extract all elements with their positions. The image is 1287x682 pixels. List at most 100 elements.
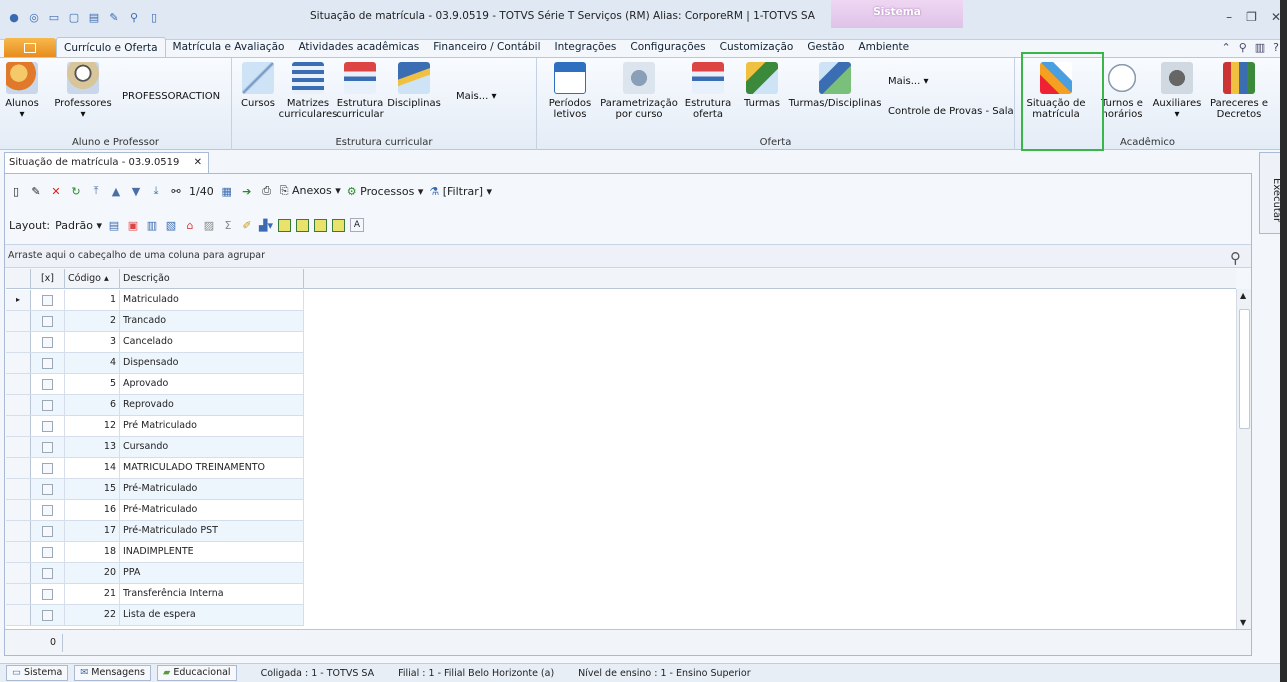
tab-ambiente[interactable]: Ambiente: [851, 37, 916, 58]
tab-customizacao[interactable]: Customização: [713, 37, 801, 58]
pareceres-decretos-button[interactable]: Pareceres e Decretos: [1207, 62, 1271, 120]
minimize-icon[interactable]: –: [1226, 10, 1232, 24]
restore-icon[interactable]: ❐: [1246, 10, 1257, 24]
close-tab-icon[interactable]: ✕: [194, 153, 202, 173]
auxiliares-button[interactable]: Auxiliares ▾: [1151, 62, 1203, 120]
layout-delete-icon[interactable]: ▣: [126, 218, 140, 232]
padrao-dropdown[interactable]: Padrão ▾: [55, 219, 102, 232]
search-binoculars-icon[interactable]: ⚯: [169, 184, 183, 198]
collapse-ribbon-icon[interactable]: ⌃: [1221, 41, 1230, 54]
grid-view-icon[interactable]: ▦: [220, 184, 234, 198]
search-icon[interactable]: ⚲: [1230, 247, 1241, 269]
professoraction-button[interactable]: PROFESSORACTION: [122, 91, 220, 102]
row-checkbox[interactable]: [42, 525, 53, 537]
mais-curricular-button[interactable]: Mais... ▾: [456, 91, 496, 102]
row-checkbox[interactable]: [42, 294, 53, 306]
table-row[interactable]: 14 MATRICULADO TREINAMENTO: [6, 458, 304, 479]
refresh-icon[interactable]: ↻: [69, 184, 83, 198]
new-window-icon[interactable]: ▭: [46, 9, 62, 25]
system-context-tab[interactable]: Sistema: [831, 0, 963, 28]
scroll-down-icon[interactable]: ▼: [1240, 618, 1246, 627]
chart-type-icon[interactable]: ▟▾: [259, 218, 273, 232]
scroll-up-icon[interactable]: ▲: [1240, 291, 1246, 300]
table-row[interactable]: 2 Trancado: [6, 311, 304, 332]
previous-record-icon[interactable]: ▲: [109, 184, 123, 198]
group-by-area[interactable]: Arraste aqui o cabeçalho de uma coluna p…: [5, 244, 1251, 268]
next-record-icon[interactable]: ▼: [129, 184, 143, 198]
row-checkbox[interactable]: [42, 567, 53, 579]
file-menu-button[interactable]: [4, 38, 56, 58]
row-checkbox[interactable]: [42, 441, 53, 453]
mais-oferta-button[interactable]: Mais... ▾: [888, 76, 928, 87]
row-checkbox[interactable]: [42, 399, 53, 411]
layout-note-icon[interactable]: ✐: [240, 218, 254, 232]
tab-atividades[interactable]: Atividades acadêmicas: [291, 37, 426, 58]
anexos-button[interactable]: ⎘ Anexos ▾: [280, 184, 341, 198]
text-format-icon[interactable]: A: [350, 218, 364, 232]
turnos-horarios-button[interactable]: Turnos e horários: [1099, 62, 1145, 120]
row-checkbox[interactable]: [42, 378, 53, 390]
row-checkbox[interactable]: [42, 462, 53, 474]
row-checkbox[interactable]: [42, 336, 53, 348]
table-row[interactable]: 16 Pré-Matriculado: [6, 500, 304, 521]
filtrar-button[interactable]: ⚗ [Filtrar] ▾: [429, 185, 492, 198]
sistema-button[interactable]: ▭ Sistema: [6, 665, 69, 681]
mensagens-button[interactable]: ✉ Mensagens: [74, 665, 151, 681]
parametrizacao-button[interactable]: Parametrização por curso: [600, 62, 678, 120]
edit-record-icon[interactable]: ✎: [29, 184, 43, 198]
table-row[interactable]: 13 Cursando: [6, 437, 304, 458]
view-option-2-icon[interactable]: [296, 218, 309, 232]
tab-integracoes[interactable]: Integrações: [548, 37, 624, 58]
table-row[interactable]: 18 INADIMPLENTE: [6, 542, 304, 563]
search-people-icon[interactable]: ⚲: [126, 9, 142, 25]
view-option-3-icon[interactable]: [314, 218, 327, 232]
new-record-icon[interactable]: ▯: [9, 184, 23, 198]
document-icon[interactable]: ▯: [146, 9, 162, 25]
globe-icon[interactable]: ◎: [26, 9, 42, 25]
table-row[interactable]: 6 Reprovado: [6, 395, 304, 416]
layout-save-icon[interactable]: ▤: [107, 218, 121, 232]
app-logo-icon[interactable]: ●: [6, 9, 22, 25]
row-checkbox[interactable]: [42, 588, 53, 600]
row-checkbox[interactable]: [42, 609, 53, 621]
window-layout-icon[interactable]: ▢: [66, 9, 82, 25]
header-codigo[interactable]: Código ▴: [65, 269, 120, 289]
chart-icon[interactable]: ▤: [86, 9, 102, 25]
vertical-scrollbar[interactable]: ▲ ▼: [1236, 289, 1251, 629]
table-row[interactable]: 17 Pré-Matriculado PST: [6, 521, 304, 542]
tab-configuracoes[interactable]: Configurações: [623, 37, 712, 58]
tab-curriculo-oferta[interactable]: Currículo e Oferta: [56, 37, 166, 58]
turmas-button[interactable]: Turmas: [739, 62, 785, 109]
header-select[interactable]: [x]: [31, 269, 65, 289]
header-descricao[interactable]: Descrição: [120, 269, 304, 289]
table-row[interactable]: 12 Pré Matriculado: [6, 416, 304, 437]
first-record-icon[interactable]: ⤒: [89, 184, 103, 198]
layout-home-icon[interactable]: ⌂: [183, 218, 197, 232]
table-row[interactable]: 4 Dispensado: [6, 353, 304, 374]
layout-columns-icon[interactable]: ▥: [145, 218, 159, 232]
cursos-button[interactable]: Cursos: [238, 62, 278, 109]
last-record-icon[interactable]: ⤓: [149, 184, 163, 198]
row-checkbox[interactable]: [42, 420, 53, 432]
table-row[interactable]: 20 PPA: [6, 563, 304, 584]
view-option-4-icon[interactable]: [332, 218, 345, 232]
matrizes-button[interactable]: Matrizes curriculares: [279, 62, 337, 120]
tools-icon[interactable]: ✎: [106, 9, 122, 25]
layout-icon[interactable]: ▥: [1255, 41, 1265, 54]
disciplinas-button[interactable]: Disciplinas: [387, 62, 441, 109]
table-row[interactable]: 3 Cancelado: [6, 332, 304, 353]
document-tab[interactable]: Situação de matrícula - 03.9.0519 ✕: [4, 152, 209, 174]
estrutura-oferta-button[interactable]: Estrutura oferta: [683, 62, 733, 120]
table-row[interactable]: 5 Aprovado: [6, 374, 304, 395]
print-icon[interactable]: ⎙: [260, 184, 274, 198]
table-row[interactable]: 15 Pré-Matriculado: [6, 479, 304, 500]
educacional-button[interactable]: ▰ Educacional: [156, 665, 237, 681]
turmas-disciplinas-button[interactable]: Turmas/Disciplinas: [789, 62, 881, 109]
tab-financeiro[interactable]: Financeiro / Contábil: [426, 37, 547, 58]
row-checkbox[interactable]: [42, 504, 53, 516]
periodos-button[interactable]: Períodos letivos: [547, 62, 593, 120]
processos-button[interactable]: ⚙ Processos ▾: [347, 185, 424, 198]
help-people-icon[interactable]: ⚲: [1239, 41, 1247, 54]
export-icon[interactable]: ➔: [240, 184, 254, 198]
row-checkbox[interactable]: [42, 546, 53, 558]
